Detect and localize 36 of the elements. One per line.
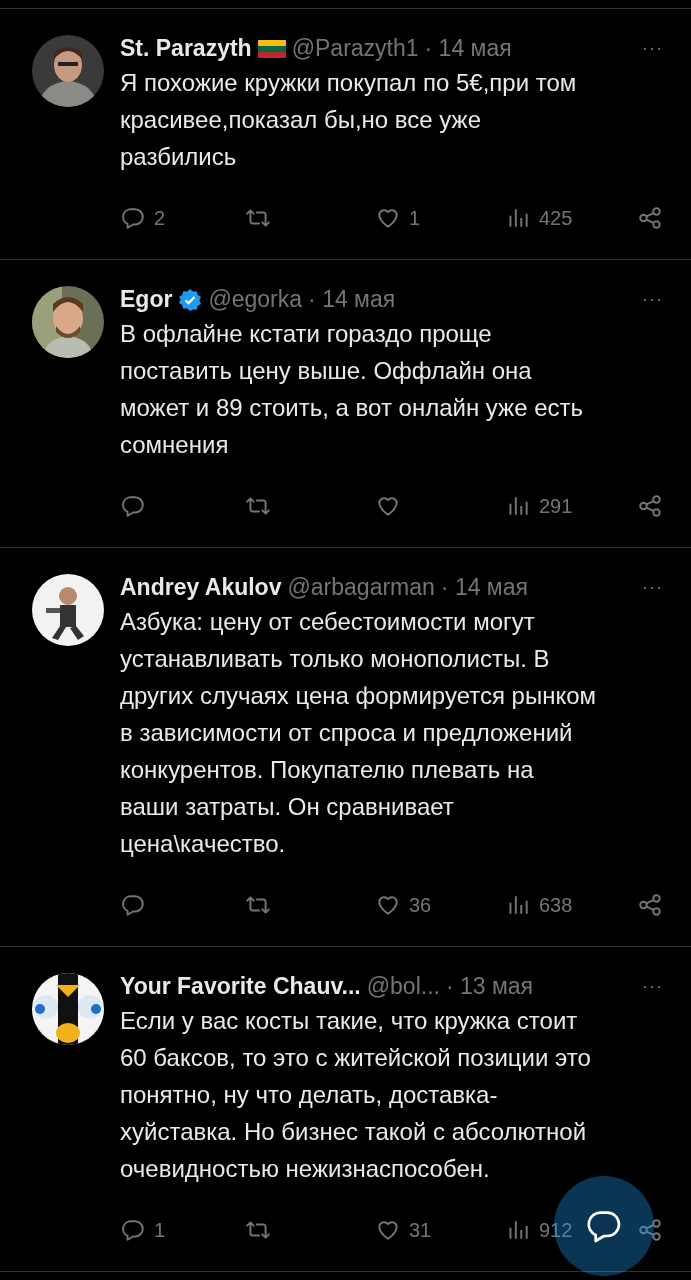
author-name[interactable]: St. Parazyth <box>120 35 252 62</box>
author-name[interactable]: Egor <box>120 286 173 313</box>
reply-count: 1 <box>154 1218 166 1242</box>
post-text: Азбука: цену от себестоимости могут устанавливать только монополисты. В других случаях цена формируется рынком в зависимости от спроса и предложений конкурентов. Покупателю плевать на ваши затраты. Он сравнивает цена\качество. <box>120 607 598 859</box>
post-date[interactable]: · 14 мая <box>308 286 396 313</box>
share-icon[interactable] <box>637 493 663 519</box>
view-count: 291 <box>539 494 573 518</box>
reply-icon[interactable] <box>120 205 146 231</box>
more-menu[interactable]: ··· <box>642 577 663 598</box>
author-name[interactable]: Andrey Akulov <box>120 574 282 601</box>
reply-icon[interactable] <box>120 493 146 519</box>
share-icon[interactable] <box>637 205 663 231</box>
like-count: 36 <box>409 893 432 917</box>
post-date[interactable]: · 14 мая <box>424 35 512 62</box>
author-handle[interactable]: @arbagarman <box>287 574 435 601</box>
author-name[interactable]: Your Favorite Chauv... <box>120 973 361 1000</box>
more-menu[interactable]: ··· <box>642 976 663 997</box>
more-menu[interactable]: ··· <box>642 38 663 59</box>
post-date[interactable]: · 13 мая <box>445 973 533 1000</box>
view-count: 638 <box>539 893 573 917</box>
reply-icon[interactable] <box>120 892 146 918</box>
like-count: 31 <box>409 1218 432 1242</box>
reply-icon[interactable] <box>120 1217 146 1243</box>
share-icon[interactable] <box>637 892 663 918</box>
like-count: 1 <box>409 206 421 230</box>
post-date[interactable]: · 14 мая <box>440 574 528 601</box>
share-icon[interactable] <box>637 1217 663 1243</box>
reply-count: 2 <box>154 206 166 230</box>
post-text: Если у вас косты такие, что кружка стоит 60 баксов, то это с житейской позиции это понятно, ну что делать, доставка- хуйставка. Но бизнес такой с абсолютной очевидностью нежизнаспособен. <box>120 1006 592 1184</box>
more-menu[interactable]: ··· <box>642 289 663 310</box>
author-handle[interactable]: @egorka <box>208 286 303 313</box>
view-count: 425 <box>539 206 573 230</box>
author-handle[interactable]: @bol... <box>366 973 440 1000</box>
author-handle[interactable]: @Parazyth1 <box>291 35 419 62</box>
post-text: В офлайне кстати гораздо проще поставить цену выше. Оффлайн она может и 89 стоить, а вот онлайн уже есть сомнения <box>120 319 585 460</box>
post-text: Я похожие кружки покупал по 5€,при том красивее,показал бы,но все уже разбились <box>120 68 578 172</box>
